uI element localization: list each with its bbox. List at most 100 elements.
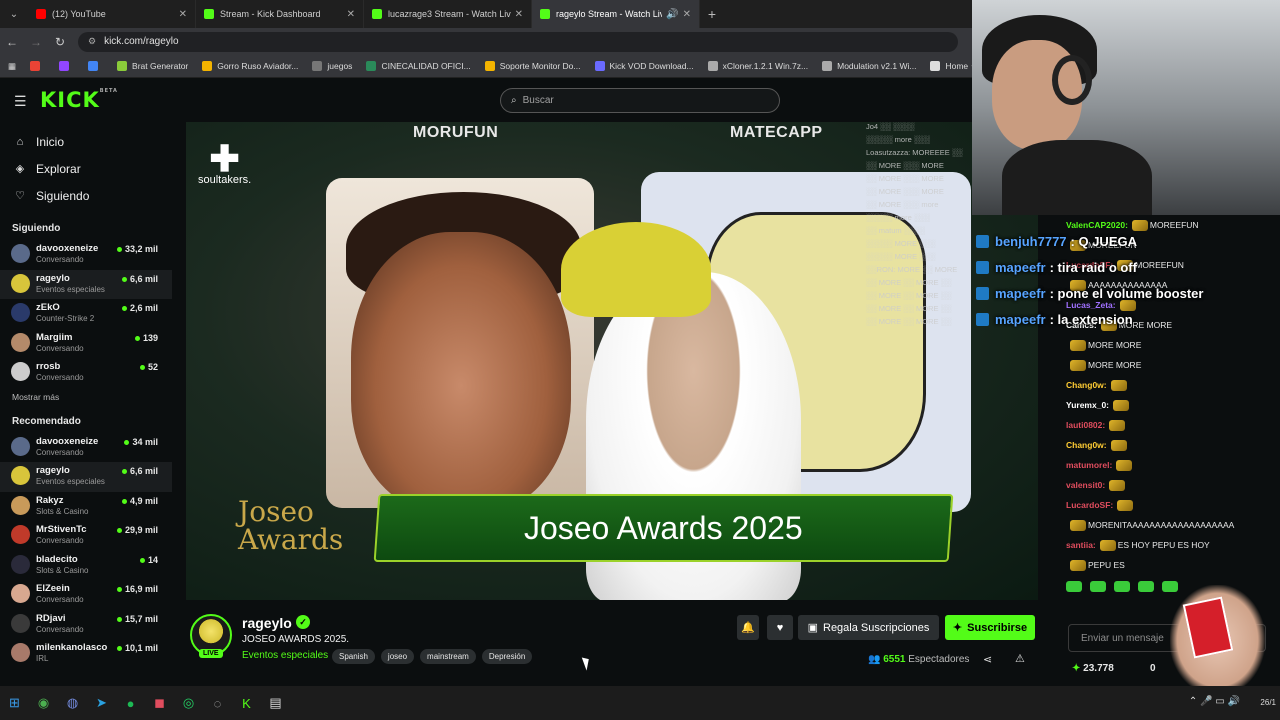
- nav-siguiendo[interactable]: ♡ Siguiendo: [0, 182, 172, 209]
- apps-icon[interactable]: ▦: [8, 61, 16, 72]
- bookmark-modulation[interactable]: Modulation v2.1 Wi...: [822, 61, 916, 71]
- sidebar-channel-rageylo[interactable]: rageylo Eventos especiales 6,6 mil: [0, 269, 172, 299]
- telegram-icon[interactable]: ➤: [87, 686, 116, 720]
- close-icon[interactable]: ✕: [179, 9, 187, 20]
- emote-icon: [1113, 399, 1129, 411]
- browser-tab-dashboard[interactable]: Stream - Kick Dashboard ✕: [196, 0, 364, 28]
- viewer-count: 2,6 mil: [121, 303, 158, 313]
- bookmark-brat[interactable]: Brat Generator: [117, 61, 188, 71]
- viewer-count: 33,2 mil: [116, 244, 158, 254]
- tab-search-icon[interactable]: ⌄: [0, 9, 28, 20]
- channel-name[interactable]: rageylo: [242, 615, 292, 631]
- discord-icon[interactable]: ◍: [58, 686, 87, 720]
- sidebar-channel-rdjavi[interactable]: RDjavi Conversando 15,7 mil: [0, 610, 172, 640]
- chat-username[interactable]: santiia:: [1066, 540, 1096, 550]
- channel-points[interactable]: ✦ 23.778: [1072, 663, 1114, 674]
- sidebar-channel-milenkanolasco[interactable]: milenkanolasco IRL 10,1 mil: [0, 639, 172, 669]
- new-tab-button[interactable]: +: [700, 6, 724, 22]
- bookmark-juegos[interactable]: juegos: [312, 61, 352, 71]
- tag[interactable]: joseo: [380, 649, 415, 664]
- url-input[interactable]: ⚙ kick.com/rageylo: [78, 31, 958, 52]
- video-player[interactable]: MORUFUN MATECAPP ✚ soultakers. Jo4 ░░ ░░…: [186, 122, 1038, 600]
- sidebar-channel-davooxeneize[interactable]: davooxeneize Conversando 33,2 mil: [0, 240, 172, 270]
- close-icon[interactable]: ✕: [515, 9, 523, 20]
- gmail-icon[interactable]: [30, 61, 45, 71]
- sidebar-channel-mrstiventc[interactable]: MrStivenTc Conversando 29,9 mil: [0, 521, 172, 551]
- close-icon[interactable]: ✕: [347, 9, 355, 20]
- chat-text: MORE MORE: [1088, 340, 1142, 350]
- show-more-link[interactable]: Mostrar más: [0, 392, 172, 402]
- back-icon[interactable]: ←: [0, 35, 24, 49]
- banner-title: Joseo Awards 2025: [524, 509, 803, 546]
- following-list: davooxeneize Conversando 33,2 mil rageylo Ev…: [0, 240, 172, 388]
- nav-inicio[interactable]: ⌂ Inicio: [0, 128, 172, 155]
- bookmark-xcloner[interactable]: xCloner.1.2.1 Win.7z...: [707, 61, 808, 71]
- points-icon: ✦: [1072, 663, 1081, 674]
- award-banner: Joseo Awards 2025: [373, 494, 954, 562]
- soultakers-logo: ✚ soultakers.: [198, 138, 252, 187]
- follow-heart-icon[interactable]: ♥: [767, 615, 793, 640]
- sidebar-channel-davooxeneize[interactable]: davooxeneize Conversando 34 mil: [0, 433, 172, 463]
- close-icon[interactable]: ✕: [683, 9, 691, 20]
- sidebar-channel-zeko[interactable]: zEkO Counter-Strike 2 2,6 mil: [0, 299, 172, 329]
- webcam-overlay: [972, 0, 1280, 215]
- chat-username[interactable]: LucardoSF:: [1066, 500, 1113, 510]
- site-info-icon[interactable]: ⚙: [88, 36, 96, 47]
- bookmark-soporte[interactable]: Soporte Monitor Do...: [484, 61, 581, 71]
- chrome-icon[interactable]: ◉: [29, 686, 58, 720]
- spotify-icon[interactable]: ●: [116, 686, 145, 720]
- bookmark-kick-vod[interactable]: Kick VOD Download...: [594, 61, 694, 71]
- browser-tab-youtube[interactable]: (12) YouTube ✕: [28, 0, 196, 28]
- windows-start-icon[interactable]: ⊞: [0, 686, 29, 720]
- obs-icon[interactable]: ◌: [203, 686, 232, 720]
- epic-icon[interactable]: ▤: [261, 686, 290, 720]
- sidebar-channel-rakyz[interactable]: Rakyz Slots & Casino 4,9 mil: [0, 492, 172, 522]
- subscribe-button[interactable]: ✦ Suscribirse: [945, 615, 1035, 640]
- avatar: [11, 244, 30, 263]
- chat-message: valensit0:: [1058, 475, 1280, 495]
- chat-message: PEPU ES: [1058, 555, 1280, 575]
- chat-username[interactable]: valensit0:: [1066, 480, 1105, 490]
- nav-explorar[interactable]: ◈ Explorar: [0, 155, 172, 182]
- tag[interactable]: mainstream: [420, 649, 476, 664]
- system-tray[interactable]: ⌃ 🎤 ▭ 🔊: [1189, 696, 1240, 707]
- kick-app-icon[interactable]: K: [232, 686, 261, 720]
- gift-subs-button[interactable]: ▣ Regala Suscripciones: [798, 615, 939, 640]
- bookmark-gorro[interactable]: Gorro Ruso Aviador...: [202, 61, 298, 71]
- chat-username[interactable]: Yuremx_0:: [1066, 400, 1109, 410]
- sidebar-channel-rrosb[interactable]: rrosb Conversando 52: [0, 358, 172, 388]
- browser-tab-rageylo[interactable]: rageylo Stream - Watch Live 🔊 ✕: [532, 0, 700, 28]
- emote-icon: [1070, 559, 1086, 571]
- chat-username[interactable]: Chang0w:: [1066, 380, 1107, 390]
- sidebar-channel-rageylo[interactable]: rageylo Eventos especiales 6,6 mil: [0, 462, 172, 492]
- sidebar-channel-bladecito[interactable]: bladecito Slots & Casino 14: [0, 551, 172, 581]
- share-icon[interactable]: ⋖: [983, 653, 992, 666]
- tag[interactable]: Depresión: [481, 649, 533, 664]
- tag[interactable]: Spanish: [332, 649, 375, 664]
- forward-icon[interactable]: →: [24, 35, 48, 49]
- stream-category[interactable]: Eventos especiales: [242, 650, 328, 661]
- whatsapp-icon[interactable]: ◎: [174, 686, 203, 720]
- sidebar-channel-margiim[interactable]: Margiim Conversando 139: [0, 329, 172, 359]
- bookmark-cinecalidad[interactable]: CINECALIDAD OFICI...: [366, 61, 471, 71]
- browser-tab-lucazrage3[interactable]: lucazrage3 Stream - Watch Live ✕: [364, 0, 532, 28]
- award-logo: Joseo Awards: [238, 495, 344, 556]
- chat-username[interactable]: Chang0w:: [1066, 440, 1107, 450]
- app-icon[interactable]: ◼: [145, 686, 174, 720]
- speaker-icon[interactable]: 🔊: [666, 9, 678, 20]
- chat-message: Chang0w:: [1058, 375, 1280, 395]
- chat-username[interactable]: matumorel:: [1066, 460, 1112, 470]
- chat-message: santiia: ES HOY PEPU ES HOY: [1058, 535, 1280, 555]
- kick-logo[interactable]: KICKBETA: [40, 88, 118, 112]
- bell-icon[interactable]: 🔔: [737, 615, 759, 640]
- channel-category: Slots & Casino: [36, 506, 89, 516]
- sidebar: ⌂ Inicio ◈ Explorar ♡ Siguiendo Siguiendo d…: [0, 122, 172, 686]
- menu-icon[interactable]: ☰: [14, 93, 27, 110]
- twitch-icon[interactable]: [59, 61, 74, 71]
- bookmark-icon[interactable]: [88, 61, 103, 71]
- chat-username[interactable]: lauti0802:: [1066, 420, 1105, 430]
- reload-icon[interactable]: ↻: [48, 35, 72, 49]
- report-icon[interactable]: ⚠: [1015, 652, 1025, 665]
- sidebar-channel-elzeein[interactable]: ElZeein Conversando 16,9 mil: [0, 580, 172, 610]
- search-input[interactable]: ⌕ Buscar: [500, 88, 780, 113]
